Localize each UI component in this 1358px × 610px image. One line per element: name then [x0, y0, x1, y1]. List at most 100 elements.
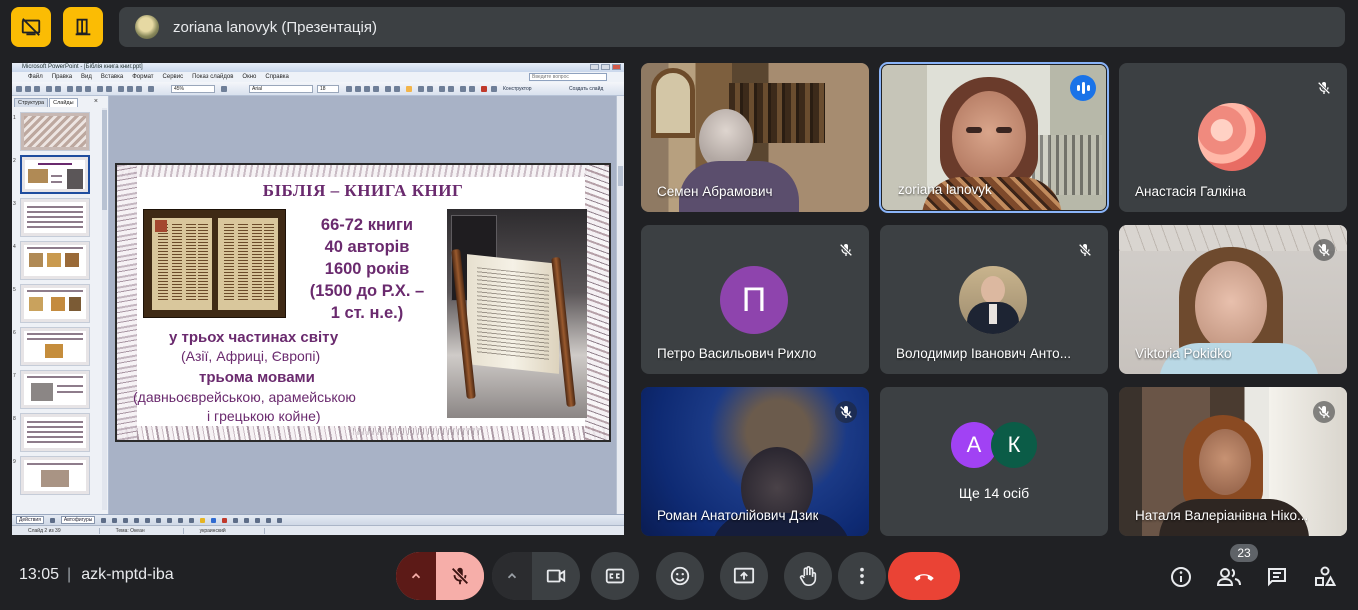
oval-icon: [134, 517, 140, 523]
slide-thumbnail: [20, 370, 90, 409]
presentation-layout-button[interactable]: [63, 7, 103, 47]
participant-tile[interactable]: П Петро Васильович Рихло: [641, 225, 869, 374]
meeting-code: azk-mptd-iba: [81, 566, 174, 583]
thumb-number: 7: [13, 373, 16, 379]
print-icon: [46, 86, 52, 92]
audio-settings-button[interactable]: [396, 552, 436, 600]
font-grow-icon: [439, 86, 445, 92]
call-end-icon: [914, 574, 934, 581]
text-color-icon: [222, 517, 228, 523]
chevron-up-icon: [507, 573, 517, 579]
clipart-icon: [178, 517, 184, 523]
meeting-details-button[interactable]: [1168, 564, 1194, 590]
present-layout-icon: [75, 18, 91, 36]
people-button[interactable]: [1216, 564, 1242, 590]
present-now-button[interactable]: [720, 552, 768, 600]
rectangle-icon: [123, 517, 129, 523]
pp-menu-bar: Файл Правка Вид Вставка Формат Сервис По…: [12, 72, 624, 82]
participant-name: Анастасія Галкіна: [1135, 184, 1246, 199]
stat-authors: 40 авторів: [324, 238, 410, 256]
participant-tile[interactable]: Семен Абрамович: [641, 63, 869, 212]
align-center-icon: [394, 86, 400, 92]
font-size-field: 18: [317, 85, 339, 93]
bible-book-image: [143, 209, 286, 318]
wordart-icon: [156, 517, 162, 523]
stat-period-end: 1 ст. н.е.): [330, 304, 404, 322]
participant-name: Володимир Іванович Анто...: [896, 346, 1071, 361]
line-style-icon: [233, 517, 239, 523]
line-color-icon: [211, 517, 217, 523]
diagram-icon: [167, 517, 173, 523]
pp-window-title: Microsoft PowerPoint - [Біблія книга кни…: [22, 64, 143, 70]
table-icon: [127, 86, 133, 92]
status-slide-number: Слайд 2 из 39: [12, 527, 100, 534]
fill-color-icon: [200, 517, 206, 523]
others-tile[interactable]: А К Ще 14 осіб: [880, 387, 1108, 536]
thumb-number: 2: [13, 158, 16, 164]
chart-icon: [118, 86, 124, 92]
slide-stats: 66-72 книги 40 авторів 1600 років (1500 …: [299, 214, 435, 324]
thumb-number: 8: [13, 416, 16, 422]
activities-icon: [1315, 566, 1337, 586]
stop-presenting-icon: [21, 18, 41, 36]
participant-tile[interactable]: Анастасія Галкіна: [1119, 63, 1347, 212]
leave-call-button[interactable]: [888, 552, 960, 600]
microphone-control: [396, 552, 484, 600]
stop-presenting-button[interactable]: [11, 7, 51, 47]
hand-icon: [799, 566, 817, 586]
speaking-indicator-icon: [1070, 75, 1096, 101]
mic-toggle-button[interactable]: [436, 552, 484, 600]
reactions-button[interactable]: [656, 552, 704, 600]
slide-thumbnail: [20, 327, 90, 366]
autoshapes-menu: Автофигуры: [60, 516, 96, 524]
mic-off-icon: [1074, 239, 1096, 261]
3d-style-icon: [277, 517, 283, 523]
participant-tile-active-speaker[interactable]: zoriana lanovyk: [879, 62, 1109, 213]
new-icon: [16, 86, 22, 92]
undo-icon: [97, 86, 103, 92]
bold-icon: [346, 86, 352, 92]
stat-period: (1500 до Р.Х. –: [309, 282, 425, 300]
insert-icon: [148, 86, 154, 92]
status-theme: Тема: Океан: [100, 527, 184, 534]
captions-button[interactable]: [591, 552, 639, 600]
pp-menu-item: Вставка: [100, 74, 124, 80]
arrow-icon: [112, 517, 118, 523]
zoom-field: 45%: [171, 85, 215, 93]
meeting-info: 13:05 | azk-mptd-iba: [19, 566, 174, 583]
slide-line-languages-list: (давньоєврейською, арамейською: [133, 389, 356, 405]
indent-icon: [460, 86, 466, 92]
status-language: украинский: [184, 527, 265, 534]
participant-tile[interactable]: Viktoria Pokidko: [1119, 225, 1347, 374]
more-vert-icon: [860, 567, 864, 585]
slide-thumbnail: [20, 112, 90, 151]
slide-thumbnail: [20, 284, 90, 323]
presenter-banner[interactable]: zoriana lanovyk (Презентація): [119, 7, 1345, 47]
people-icon: [1216, 568, 1241, 586]
mic-off-icon: [1313, 401, 1335, 423]
video-settings-button[interactable]: [492, 552, 532, 600]
chat-button[interactable]: [1264, 564, 1290, 590]
participant-tile[interactable]: Володимир Іванович Анто...: [880, 225, 1108, 374]
participant-avatar: [959, 266, 1027, 334]
pp-scrollbar: [616, 96, 624, 514]
camera-toggle-button[interactable]: [532, 552, 580, 600]
open-icon: [25, 86, 31, 92]
activities-button[interactable]: [1312, 564, 1338, 590]
font-shrink-icon: [448, 86, 454, 92]
pp-menu-item: Показ слайдов: [192, 74, 234, 80]
shadow-icon: [373, 86, 379, 92]
raise-hand-button[interactable]: [784, 552, 832, 600]
line-icon: [101, 517, 107, 523]
torah-scroll-image: [447, 209, 587, 418]
slide-title: БІБЛІЯ – КНИГА КНИГ: [262, 181, 464, 200]
more-options-button[interactable]: [838, 552, 886, 600]
thumb-number: 5: [13, 287, 16, 293]
drawing-toolbar: Действия Автофигуры: [12, 514, 624, 525]
participant-tile[interactable]: Роман Анатолійович Дзик: [641, 387, 869, 536]
chat-icon: [1268, 568, 1286, 587]
slide-line-continents-list: (Азії, Африці, Європі): [181, 348, 321, 364]
participant-tile[interactable]: Наталя Валеріанівна Ніко...: [1119, 387, 1347, 536]
camera-control: [492, 552, 580, 600]
underline-icon: [364, 86, 370, 92]
